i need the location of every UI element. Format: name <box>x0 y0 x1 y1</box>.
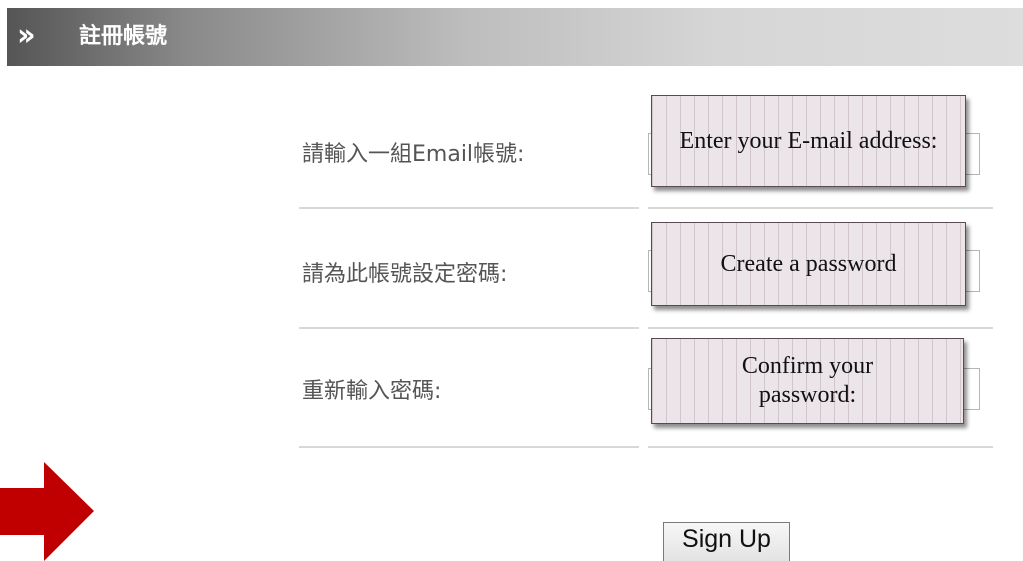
confirm-password-tooltip: Confirm your password: <box>651 338 964 424</box>
confirm-password-label: 重新輸入密碼: <box>302 379 442 404</box>
row-divider <box>299 446 639 448</box>
password-tooltip: Create a password <box>651 222 966 306</box>
double-chevron-right-icon: ›› <box>17 18 36 53</box>
page-title: 註冊帳號 <box>79 24 168 49</box>
email-tooltip: Enter your E-mail address: <box>651 95 966 187</box>
row-divider <box>648 207 993 209</box>
row-divider <box>648 327 993 329</box>
red-arrow-icon <box>0 462 94 561</box>
email-label: 請輸入一組Email帳號: <box>302 142 525 167</box>
row-divider <box>299 207 639 209</box>
page-header: ›› 註冊帳號 <box>7 8 1023 66</box>
row-divider <box>299 327 639 329</box>
password-label: 請為此帳號設定密碼: <box>302 262 508 287</box>
sign-up-button[interactable]: Sign Up <box>663 522 790 561</box>
row-divider <box>648 446 993 448</box>
